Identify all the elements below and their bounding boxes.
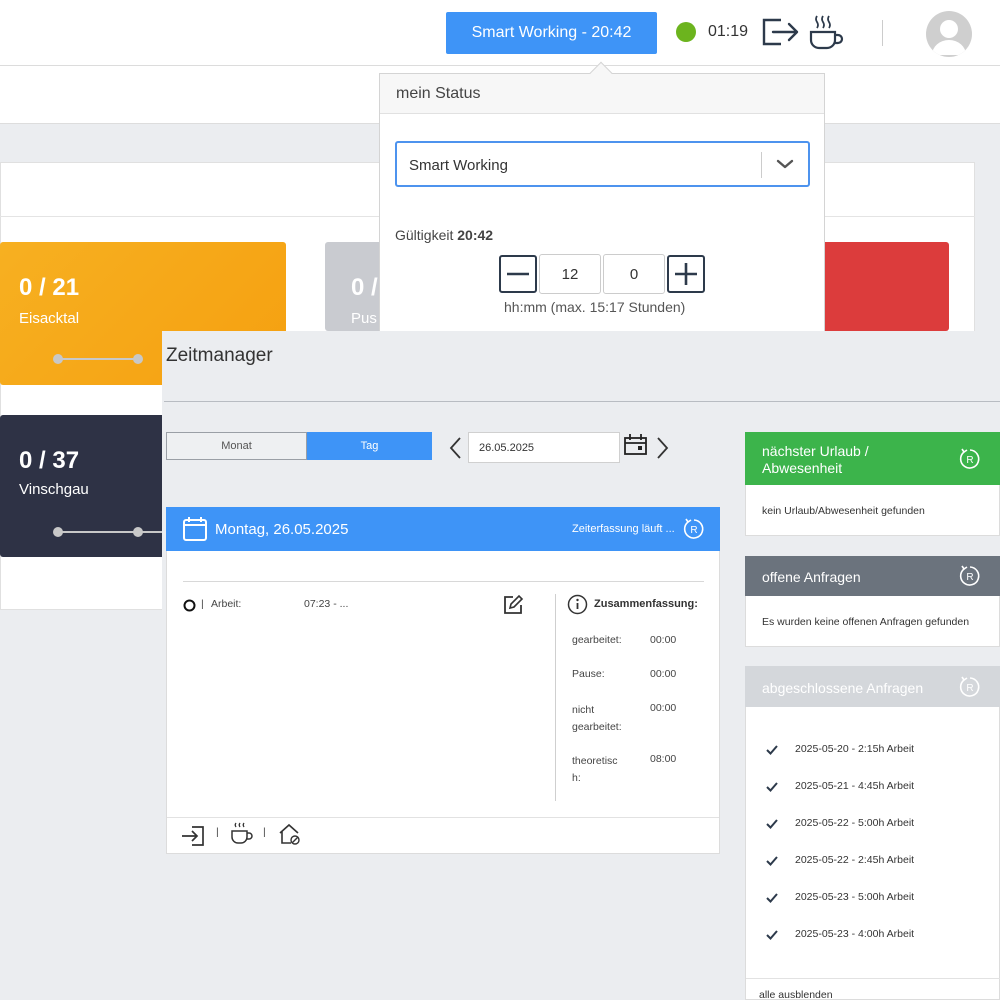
reload-icon[interactable]: R bbox=[683, 518, 705, 540]
reload-icon[interactable]: R bbox=[959, 676, 981, 698]
tile-progress-dot bbox=[53, 527, 63, 537]
closed-request-item[interactable]: 2025-05-20 - 2:15h Arbeit bbox=[795, 743, 914, 755]
zeitmanager-title: Zeitmanager bbox=[166, 345, 273, 366]
title-divider bbox=[164, 401, 1000, 402]
coffee-break-icon[interactable] bbox=[808, 14, 846, 50]
plus-icon bbox=[675, 263, 697, 285]
coffee-break-icon[interactable] bbox=[229, 822, 253, 846]
work-timer: 01:19 bbox=[708, 23, 749, 40]
check-icon bbox=[766, 893, 778, 903]
entry-time: 07:23 - ... bbox=[304, 598, 349, 610]
increment-button[interactable] bbox=[667, 255, 705, 293]
closed-request-item[interactable]: 2025-05-22 - 5:00h Arbeit bbox=[795, 817, 914, 829]
svg-text:R: R bbox=[966, 455, 973, 466]
svg-text:R: R bbox=[966, 683, 973, 694]
view-day-tab[interactable]: Tag bbox=[307, 432, 432, 460]
calendar-icon[interactable] bbox=[623, 433, 649, 457]
calendar-icon bbox=[183, 517, 207, 541]
day-card bbox=[166, 507, 720, 854]
open-requests-title: offene Anfragen bbox=[762, 569, 861, 585]
footer-separator: | bbox=[216, 826, 219, 838]
validity-value: 20:42 bbox=[457, 227, 494, 243]
svg-text:R: R bbox=[690, 525, 697, 536]
summary-label-theoretical: theoretisch: bbox=[572, 755, 618, 784]
vacation-title: nächster Urlaub / Abwesenheit bbox=[762, 443, 869, 476]
info-icon bbox=[567, 594, 588, 615]
edit-icon[interactable] bbox=[502, 594, 524, 616]
status-select-value: Smart Working bbox=[409, 157, 508, 174]
tile-progress-dot bbox=[133, 527, 143, 537]
tile-red[interactable] bbox=[815, 242, 949, 331]
tile-label: Vinschgau bbox=[19, 481, 89, 498]
tile-label: Eisacktal bbox=[19, 310, 80, 327]
check-icon bbox=[766, 745, 778, 755]
entry-label: Arbeit: bbox=[211, 598, 242, 610]
check-icon bbox=[766, 930, 778, 940]
select-separator bbox=[761, 152, 762, 178]
duration-hint: hh:mm (max. 15:17 Stunden) bbox=[504, 299, 686, 315]
view-month-tab[interactable]: Monat bbox=[166, 432, 307, 460]
svg-text:R: R bbox=[966, 572, 973, 583]
date-input[interactable]: 26.05.2025 bbox=[468, 432, 620, 463]
tile-vinschgau[interactable]: 0 / 37 Vinschgau bbox=[0, 415, 170, 557]
day-card-title: Montag, 26.05.2025 bbox=[215, 521, 349, 538]
summary-title: Zusammenfassung: bbox=[594, 598, 698, 610]
tile-progress-dot bbox=[133, 354, 143, 364]
online-status-indicator bbox=[676, 22, 696, 42]
summary-value-pause: 00:00 bbox=[650, 668, 677, 680]
day-card-divider bbox=[183, 581, 704, 582]
topbar-divider bbox=[882, 20, 883, 46]
summary-value-worked: 00:00 bbox=[650, 634, 677, 646]
tile-count: 0 / 37 bbox=[19, 447, 80, 474]
home-office-icon[interactable] bbox=[277, 822, 303, 846]
check-icon bbox=[766, 782, 778, 792]
status-button[interactable]: Smart Working - 20:42 bbox=[446, 12, 657, 54]
logout-icon[interactable] bbox=[761, 16, 801, 48]
tracking-status: Zeiterfassung läuft ... bbox=[572, 523, 675, 535]
popover-title: mein Status bbox=[396, 85, 481, 102]
footer-separator: | bbox=[263, 826, 266, 838]
check-icon bbox=[766, 856, 778, 866]
day-card-footer-divider bbox=[167, 817, 719, 818]
summary-label-pause: Pause: bbox=[572, 668, 605, 680]
closed-request-item[interactable]: 2025-05-22 - 2:45h Arbeit bbox=[795, 854, 914, 866]
open-requests-empty-text: Es wurden keine offenen Anfragen gefunde… bbox=[762, 616, 970, 628]
closed-requests-card bbox=[745, 666, 1000, 1000]
tile-count: 0 / bbox=[351, 274, 378, 301]
reload-icon[interactable]: R bbox=[959, 565, 981, 587]
minus-icon bbox=[507, 272, 529, 276]
decrement-button[interactable] bbox=[499, 255, 537, 293]
user-silhouette-icon bbox=[932, 20, 966, 55]
closed-requests-title: abgeschlossene Anfragen bbox=[762, 680, 924, 696]
tile-progress-track bbox=[58, 358, 138, 360]
tile-progress-dot bbox=[53, 354, 63, 364]
summary-value-theoretical: 08:00 bbox=[650, 753, 677, 765]
reload-icon[interactable]: R bbox=[959, 448, 981, 470]
tile-count: 0 / 21 bbox=[19, 274, 80, 301]
closed-request-item[interactable]: 2025-05-21 - 4:45h Arbeit bbox=[795, 780, 914, 792]
chevron-down-icon[interactable] bbox=[776, 158, 794, 170]
minutes-input[interactable]: 0 bbox=[603, 254, 665, 294]
chevron-right-icon[interactable] bbox=[654, 436, 670, 460]
summary-value-not-worked: 00:00 bbox=[650, 702, 677, 714]
user-avatar[interactable] bbox=[926, 11, 972, 57]
validity-label: Gültigkeit bbox=[395, 227, 454, 243]
summary-separator bbox=[555, 594, 556, 801]
tile-label: Pus bbox=[351, 310, 377, 327]
hide-all-link[interactable]: alle ausblenden bbox=[759, 989, 833, 1000]
closed-request-item[interactable]: 2025-05-23 - 4:00h Arbeit bbox=[795, 928, 914, 940]
check-icon bbox=[766, 819, 778, 829]
entry-circle-icon bbox=[183, 599, 196, 612]
summary-label-not-worked: nicht gearbeitet: bbox=[572, 704, 622, 733]
clock-in-icon[interactable] bbox=[180, 824, 206, 848]
summary-label-worked: gearbeitet: bbox=[572, 634, 622, 646]
vacation-empty-text: kein Urlaub/Abwesenheit gefunden bbox=[762, 505, 925, 517]
validity-line: Gültigkeit 20:42 bbox=[395, 227, 493, 243]
entry-separator: | bbox=[201, 598, 204, 610]
chevron-left-icon[interactable] bbox=[448, 436, 464, 460]
hours-input[interactable]: 12 bbox=[539, 254, 601, 294]
closed-requests-footer-divider bbox=[746, 978, 1000, 979]
tile-progress-track bbox=[58, 531, 162, 533]
closed-request-item[interactable]: 2025-05-23 - 5:00h Arbeit bbox=[795, 891, 914, 903]
